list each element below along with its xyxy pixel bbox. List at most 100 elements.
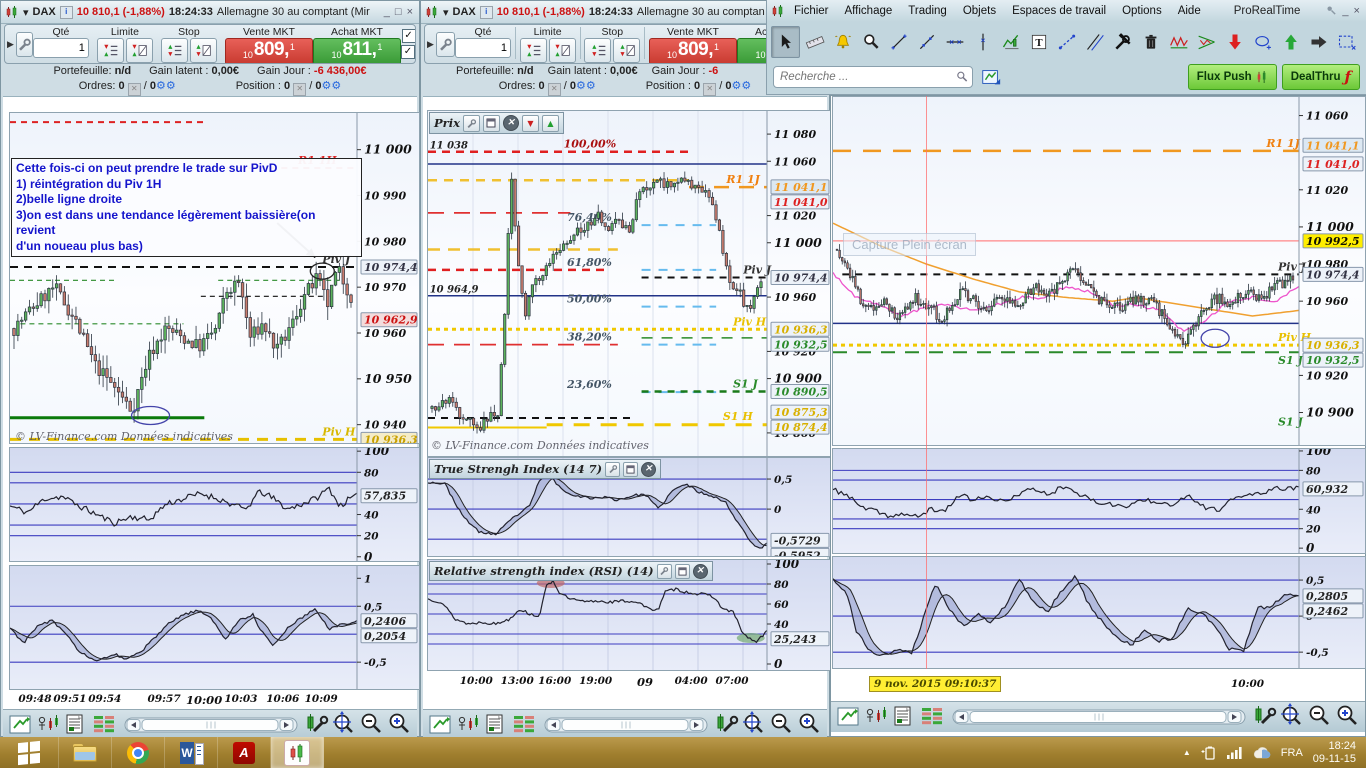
instrument-link-button[interactable] [867, 707, 886, 722]
rsi-settings-button[interactable] [657, 564, 672, 579]
close-button[interactable]: × [1354, 5, 1360, 17]
tsi-close-button[interactable]: ✕ [641, 462, 656, 477]
arrow-down-tool-button[interactable] [1221, 27, 1248, 57]
zoom-in-button[interactable] [1339, 707, 1357, 725]
zoom-range-button[interactable] [1281, 703, 1300, 725]
tsi-titlebar[interactable]: True Strengh Index (14 7) ✕ [429, 459, 661, 479]
trend-line-tool-button[interactable] [913, 27, 940, 57]
zoom-out-button[interactable] [363, 715, 381, 733]
tools-button[interactable] [1109, 27, 1136, 57]
ruler-tool-button[interactable] [801, 27, 828, 57]
menu-fichier[interactable]: Fichier [787, 3, 836, 19]
buy-limit-order-button[interactable] [97, 38, 124, 63]
left-rsi-chart[interactable]: 100804020057,835 [9, 447, 420, 562]
flux-push-button[interactable]: Flux Push [1188, 64, 1277, 90]
right-rsi-chart[interactable]: 100804020060,932 [832, 448, 1366, 554]
file-explorer-button[interactable] [59, 737, 112, 768]
symbol-dropdown-icon[interactable]: ▾ [23, 6, 29, 19]
tray-expand-icon[interactable]: ▲ [1183, 748, 1191, 757]
prix-buy-button[interactable]: ▲ [542, 115, 559, 132]
zoom-out-button[interactable] [773, 715, 791, 733]
detach-chart-button[interactable] [10, 716, 30, 733]
clock[interactable]: 18:24 09-11-15 [1313, 740, 1356, 766]
orderbook-button[interactable] [514, 716, 534, 732]
network-signal-icon[interactable] [1227, 746, 1243, 759]
pin-icon[interactable] [1326, 5, 1337, 16]
menu-affichage[interactable]: Affichage [838, 3, 900, 19]
prix-window-titlebar[interactable]: Prix ✕ ▼ ▲ [429, 112, 564, 134]
stop-checkbox[interactable]: ✓S [402, 28, 416, 44]
parallel-lines-tool-button[interactable] [1081, 27, 1108, 57]
pattern-zigzag-button[interactable] [1165, 27, 1192, 57]
close-position-icon[interactable]: ✕ [293, 83, 306, 96]
delete-tool-button[interactable] [1137, 27, 1164, 57]
prix-close-button[interactable]: ✕ [503, 115, 519, 131]
prix-settings-button[interactable] [463, 115, 480, 132]
zoom-in-button[interactable] [391, 715, 409, 733]
zoom-in-button[interactable] [801, 715, 819, 733]
info-icon[interactable]: i [480, 6, 493, 19]
info-icon[interactable]: i [60, 6, 73, 19]
sell-limit-order-button[interactable] [126, 38, 153, 63]
qty-input[interactable] [455, 38, 511, 58]
sell-limit-order-button[interactable] [549, 38, 576, 63]
open-chart-button[interactable] [978, 64, 1004, 90]
buy-limit-order-button[interactable] [520, 38, 547, 63]
rsi-close-button[interactable]: ✕ [693, 564, 708, 579]
text-tool-button[interactable]: T [1025, 27, 1052, 57]
buy-market-button[interactable]: 10811,1 [313, 38, 401, 64]
zone-tool-button[interactable] [1333, 27, 1360, 57]
menu-trading[interactable]: Trading [901, 3, 954, 19]
vertical-line-tool-button[interactable] [969, 27, 996, 57]
instrument-link-button[interactable] [459, 715, 478, 730]
menu-aide[interactable]: Aide [1171, 3, 1208, 19]
maximize-button[interactable]: □ [395, 6, 402, 18]
minimize-button[interactable]: _ [384, 6, 390, 18]
menu-options[interactable]: Options [1115, 3, 1169, 19]
prix-sell-button[interactable]: ▼ [522, 115, 539, 132]
horizontal-scrollbar[interactable] [545, 718, 707, 732]
order-settings-button[interactable] [16, 32, 33, 57]
sell-market-button[interactable]: 10809,1 [649, 38, 737, 64]
tsi-settings-button[interactable] [605, 462, 620, 477]
zoom-tool-button[interactable] [857, 27, 884, 57]
instrument-link-button[interactable] [39, 715, 58, 730]
sell-market-button[interactable]: 10809,1 [225, 38, 313, 64]
sell-stop-order-button[interactable] [190, 38, 217, 63]
horizontal-scrollbar[interactable] [953, 710, 1245, 724]
chart-settings-button[interactable] [718, 714, 737, 731]
language-indicator[interactable]: FRA [1281, 747, 1303, 759]
rsi-titlebar[interactable]: Relative strength index (RSI) (14) ✕ [429, 561, 713, 581]
symbol-dropdown-icon[interactable]: ▾ [443, 6, 449, 19]
right-tsi-chart[interactable]: 0,50-0,50,28050,2462 [832, 556, 1366, 669]
trend-point-tool-button[interactable] [885, 27, 912, 57]
news-button[interactable] [67, 715, 82, 733]
onedrive-cloud-icon[interactable] [1253, 747, 1271, 759]
left-titlebar[interactable]: ▾ DAX i 10 810,1 (-1,88%) 18:24:33 Allem… [1, 1, 419, 24]
news-button[interactable] [487, 715, 502, 733]
news-button[interactable] [895, 707, 910, 725]
orderbook-button[interactable] [922, 708, 942, 724]
search-input[interactable] [773, 66, 973, 88]
orders-gear-icon[interactable]: ⚙⚙ [156, 80, 176, 92]
order-checkbox[interactable]: ✓O [401, 44, 416, 60]
right-price-chart[interactable]: R1 1JPiv JPiv HS1 JS1 J11 06011 02011 00… [832, 96, 1366, 446]
pattern-triangle-button[interactable] [1193, 27, 1220, 57]
position-gear-icon[interactable]: ⚙⚙ [322, 80, 342, 92]
orderbook-button[interactable] [94, 716, 114, 732]
collapse-arrow-icon[interactable]: ▶ [425, 25, 436, 63]
arrow-up-tool-button[interactable] [1277, 27, 1304, 57]
middle-price-chart[interactable]: 100,00%11 038R1 1J76,40%61,80%Piv J10 96… [427, 110, 832, 457]
sell-stop-order-button[interactable] [613, 38, 640, 63]
buy-stop-order-button[interactable] [161, 38, 188, 63]
detach-chart-button[interactable] [430, 716, 450, 733]
chrome-button[interactable] [112, 737, 165, 768]
chart-settings-button[interactable] [308, 714, 327, 731]
zoom-range-button[interactable] [743, 711, 762, 733]
dealthru-button[interactable]: DealThru ƒ [1282, 64, 1360, 90]
chart-objects-tool-button[interactable] [997, 27, 1024, 57]
tsi-window-button[interactable] [623, 462, 638, 477]
detach-chart-button[interactable] [838, 708, 858, 725]
order-settings-button[interactable] [436, 32, 455, 57]
cancel-orders-icon[interactable]: ✕ [128, 83, 141, 96]
